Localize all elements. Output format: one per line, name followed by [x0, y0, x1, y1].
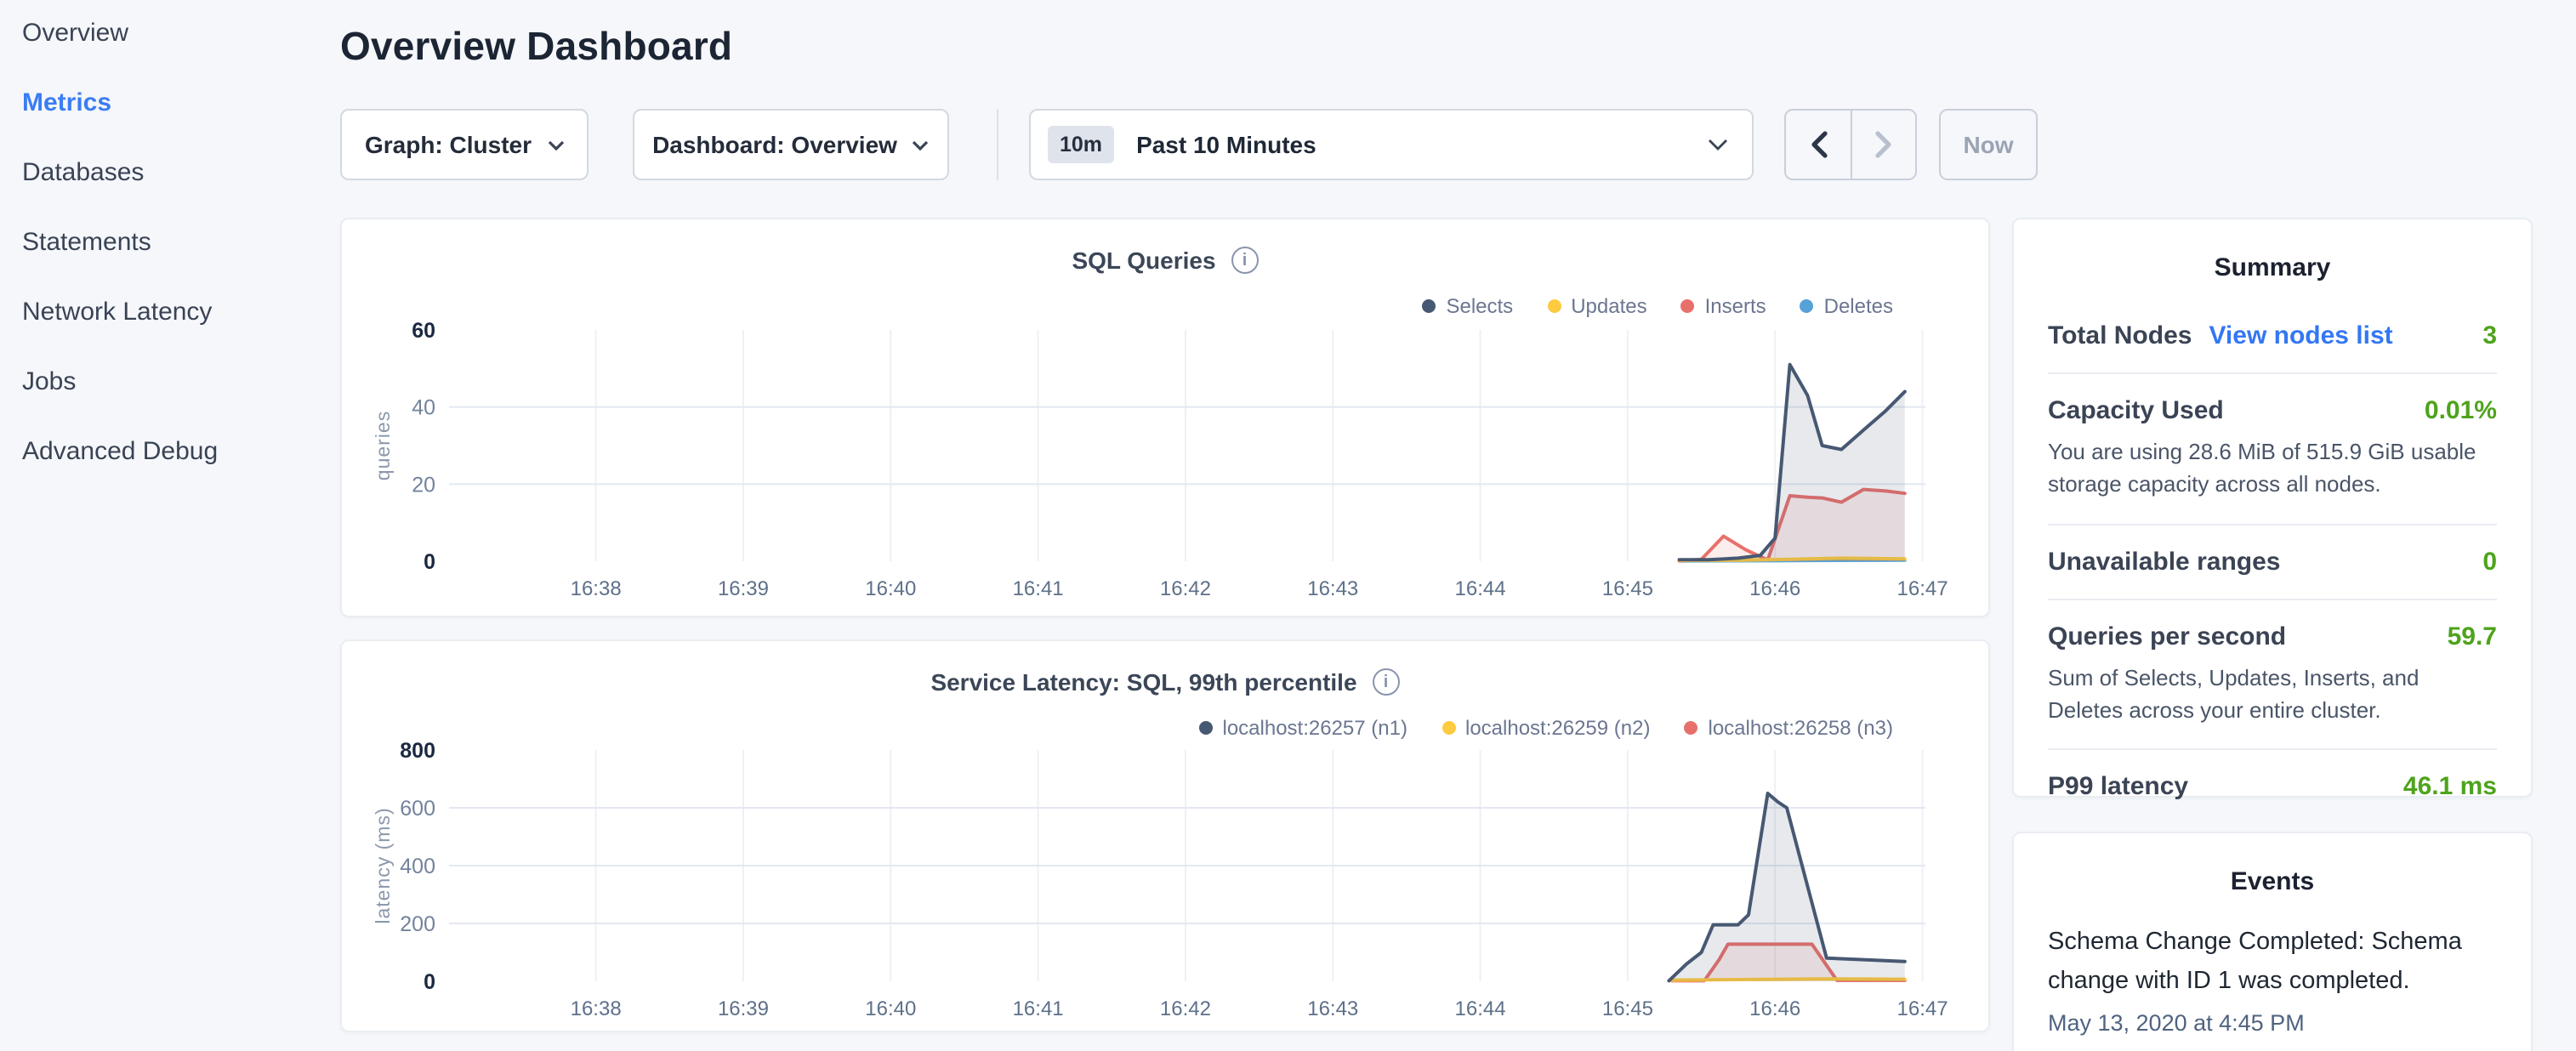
- events-list: Schema Change Completed: Schema change w…: [2014, 923, 2531, 1037]
- svg-text:16:41: 16:41: [1013, 997, 1064, 1020]
- summary-label: P99 latency: [2048, 773, 2188, 802]
- svg-text:16:40: 16:40: [865, 997, 916, 1020]
- summary-row: P99 latency 46.1 ms: [2048, 751, 2497, 824]
- sql-queries-chart[interactable]: 16:38 16:39 16:40 16:41 16:42 16:43 16:44 16:45…: [342, 219, 1992, 619]
- summary-rows: Total Nodes View nodes list 3 Capacity Used…: [2048, 299, 2497, 824]
- sidebar-item-advanced-debug[interactable]: Advanced Debug: [22, 437, 323, 507]
- graph-dropdown[interactable]: Graph: Cluster: [340, 109, 589, 180]
- summary-value: 46.1 ms: [2403, 773, 2497, 802]
- svg-text:0: 0: [424, 550, 435, 574]
- sidebar-item-metrics[interactable]: Metrics: [22, 88, 323, 158]
- svg-text:20: 20: [412, 473, 435, 497]
- svg-text:16:42: 16:42: [1160, 577, 1211, 600]
- event-text: Schema Change Completed: Schema change w…: [2048, 923, 2497, 1003]
- sql-queries-chart-card: SQL Queries i SelectsUpdatesInsertsDelet…: [340, 218, 1990, 617]
- svg-text:200: 200: [400, 912, 435, 936]
- page-title: Overview Dashboard: [340, 24, 732, 70]
- svg-text:16:43: 16:43: [1307, 997, 1358, 1020]
- svg-text:latency (ms): latency (ms): [372, 807, 394, 923]
- sidebar-item-jobs[interactable]: Jobs: [22, 367, 323, 437]
- events-panel: Events Schema Change Completed: Schema c…: [2012, 832, 2533, 1051]
- svg-text:400: 400: [400, 855, 435, 878]
- summary-value: 3: [2482, 321, 2497, 350]
- svg-text:16:44: 16:44: [1455, 577, 1506, 600]
- chevron-down-icon: [913, 139, 930, 151]
- chevron-left-icon: [1809, 131, 1828, 158]
- svg-text:600: 600: [400, 797, 435, 821]
- controls-bar: Graph: Cluster Dashboard: Overview 10m P…: [340, 109, 2038, 180]
- now-button[interactable]: Now: [1939, 109, 2038, 180]
- view-nodes-list-link[interactable]: View nodes list: [2209, 321, 2392, 350]
- svg-text:16:39: 16:39: [718, 997, 769, 1020]
- time-window-badge: 10m: [1048, 126, 1114, 163]
- sidebar-item-statements[interactable]: Statements: [22, 228, 323, 298]
- svg-text:16:38: 16:38: [571, 997, 622, 1020]
- next-time-button[interactable]: [1851, 111, 1915, 179]
- time-step-buttons: [1784, 109, 1917, 180]
- svg-text:0: 0: [424, 970, 435, 994]
- chevron-down-icon: [547, 139, 564, 151]
- time-window-picker[interactable]: 10m Past 10 Minutes: [1029, 109, 1754, 180]
- summary-value: 0: [2482, 547, 2497, 576]
- summary-row: Queries per second 59.7 Sum of Selects, Up…: [2048, 599, 2497, 750]
- sidebar-item-overview[interactable]: Overview: [22, 19, 323, 88]
- summary-label: Total Nodes: [2048, 321, 2192, 350]
- summary-label: Unavailable ranges: [2048, 547, 2280, 576]
- controls-divider: [997, 109, 998, 180]
- dashboard-dropdown[interactable]: Dashboard: Overview: [633, 109, 949, 180]
- svg-text:16:47: 16:47: [1897, 997, 1948, 1020]
- summary-row: Unavailable ranges 0: [2048, 525, 2497, 599]
- summary-subtitle: Sum of Selects, Updates, Inserts, and De…: [2048, 662, 2497, 726]
- event-timestamp: May 13, 2020 at 4:45 PM: [2048, 1011, 2497, 1037]
- summary-label: Capacity Used: [2048, 396, 2224, 425]
- summary-title: Summary: [2014, 253, 2531, 282]
- summary-value: 59.7: [2448, 622, 2497, 650]
- service-latency-chart[interactable]: 16:38 16:39 16:40 16:41 16:42 16:43 16:44 16:45…: [342, 641, 1992, 1034]
- sidebar: OverviewMetricsDatabasesStatementsNetwor…: [0, 0, 323, 1051]
- dashboard-dropdown-label: Dashboard: Overview: [652, 131, 897, 158]
- event-item[interactable]: Schema Change Completed: Schema change w…: [2048, 923, 2497, 1037]
- svg-text:800: 800: [400, 739, 435, 763]
- summary-row: Total Nodes View nodes list 3: [2048, 299, 2497, 374]
- graph-dropdown-label: Graph: Cluster: [365, 131, 532, 158]
- svg-text:60: 60: [412, 319, 435, 343]
- svg-text:16:46: 16:46: [1749, 997, 1800, 1020]
- svg-text:16:45: 16:45: [1602, 997, 1653, 1020]
- svg-text:16:47: 16:47: [1897, 577, 1948, 600]
- svg-text:16:43: 16:43: [1307, 577, 1358, 600]
- svg-text:16:46: 16:46: [1749, 577, 1800, 600]
- summary-label: Queries per second: [2048, 622, 2286, 650]
- sidebar-item-databases[interactable]: Databases: [22, 158, 323, 228]
- svg-text:40: 40: [412, 396, 435, 420]
- chevron-right-icon: [1874, 131, 1893, 158]
- chevron-down-icon: [1708, 138, 1728, 151]
- svg-text:16:39: 16:39: [718, 577, 769, 600]
- svg-text:queries: queries: [372, 411, 394, 480]
- app-root: OverviewMetricsDatabasesStatementsNetwor…: [0, 0, 2576, 1051]
- time-window-label: Past 10 Minutes: [1136, 131, 1708, 158]
- summary-panel: Summary Total Nodes View nodes list 3 Capac…: [2012, 218, 2533, 798]
- summary-row: Capacity Used 0.01% You are using 28.6 MiB…: [2048, 374, 2497, 525]
- service-latency-chart-card: Service Latency: SQL, 99th percentile i …: [340, 639, 1990, 1032]
- svg-text:16:41: 16:41: [1013, 577, 1064, 600]
- svg-text:16:40: 16:40: [865, 577, 916, 600]
- summary-value: 0.01%: [2425, 396, 2497, 425]
- svg-text:16:44: 16:44: [1455, 997, 1506, 1020]
- svg-text:16:45: 16:45: [1602, 577, 1653, 600]
- events-title: Events: [2014, 867, 2531, 896]
- svg-text:16:38: 16:38: [571, 577, 622, 600]
- svg-text:16:42: 16:42: [1160, 997, 1211, 1020]
- summary-subtitle: You are using 28.6 MiB of 515.9 GiB usab…: [2048, 437, 2497, 501]
- previous-time-button[interactable]: [1786, 111, 1851, 179]
- sidebar-item-network-latency[interactable]: Network Latency: [22, 298, 323, 367]
